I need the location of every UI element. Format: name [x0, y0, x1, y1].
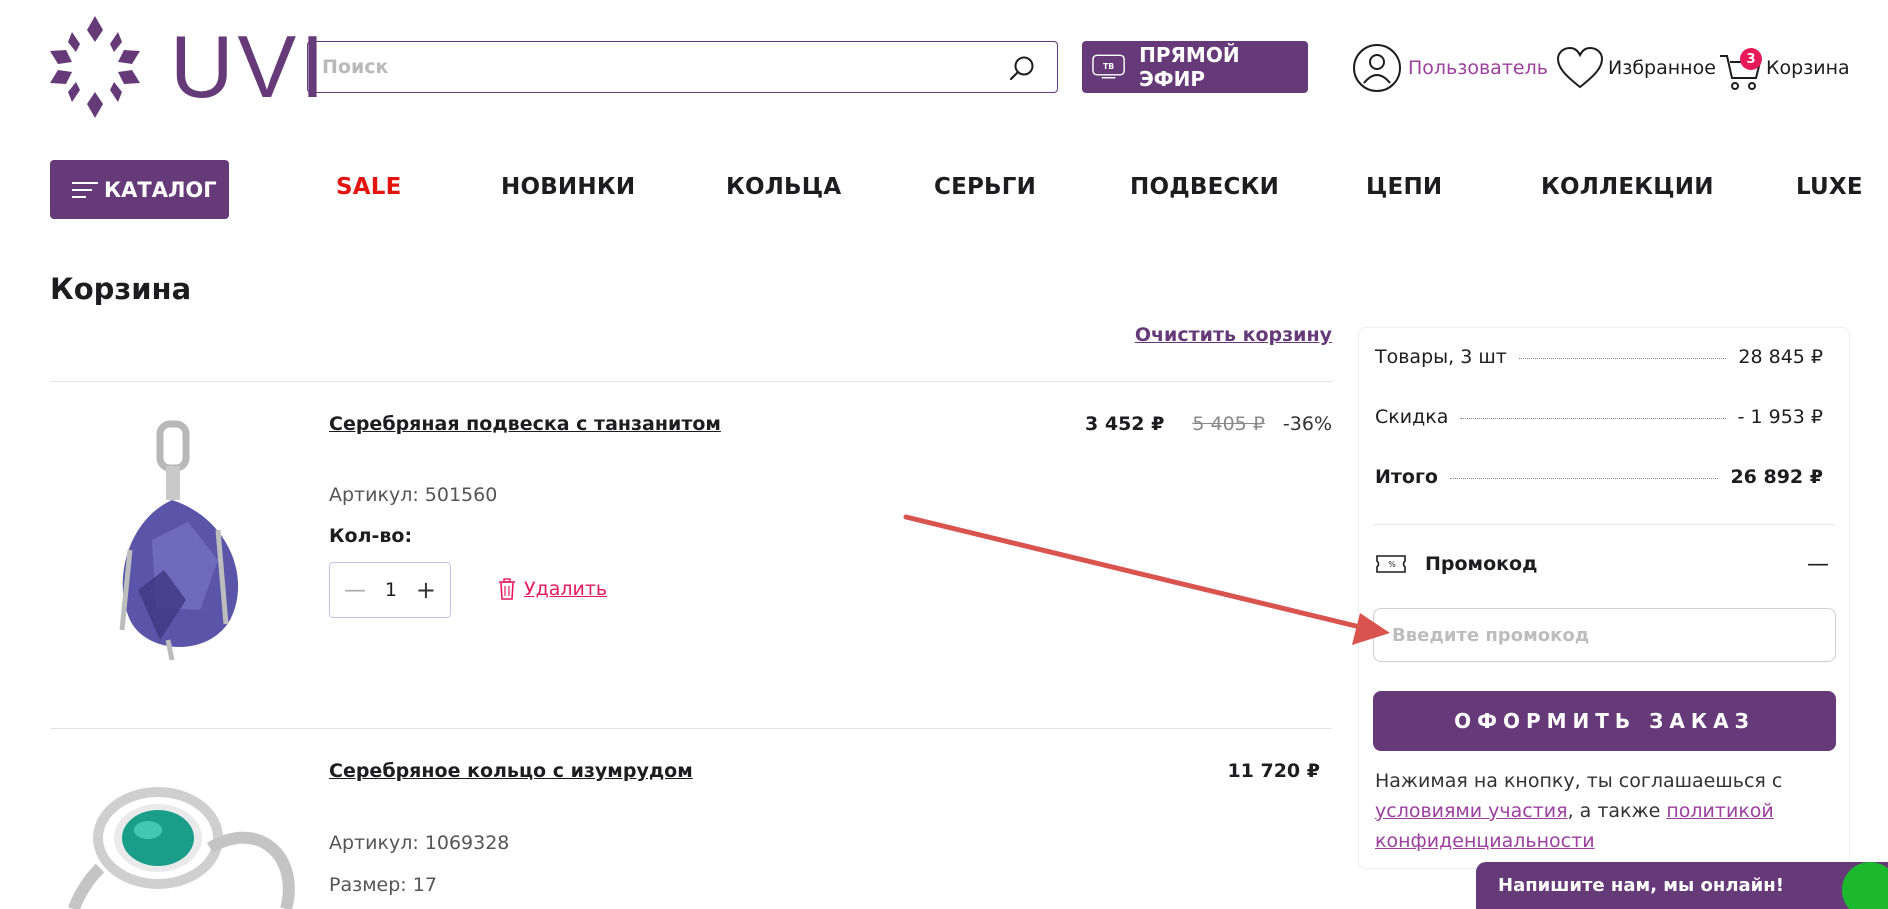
- quantity-label: Кол-во:: [329, 525, 413, 547]
- clear-cart-link[interactable]: Очистить корзину: [1135, 324, 1332, 346]
- menu-icon: [72, 181, 98, 198]
- discount-percent: -36%: [1282, 413, 1332, 435]
- cart-link[interactable]: 3 Корзина: [1718, 40, 1850, 96]
- promo-field: [1373, 608, 1836, 662]
- nav-item-collections[interactable]: КОЛЛЕКЦИИ: [1541, 174, 1714, 200]
- product-image-ring[interactable]: [60, 758, 300, 909]
- user-icon: [1353, 44, 1401, 92]
- logo-flower-icon: [50, 16, 140, 118]
- nav-item-rings[interactable]: КОЛЬЦА: [726, 174, 841, 200]
- agreement-text: Нажимая на кнопку, ты соглашаешься с усл…: [1375, 766, 1835, 856]
- tv-badge: ТВ: [1103, 62, 1114, 71]
- terms-link[interactable]: условиями участия: [1375, 800, 1568, 822]
- trash-icon: [499, 578, 515, 600]
- logo[interactable]: UVI: [50, 16, 329, 118]
- live-stream-label: ПРЯМОЙ ЭФИР: [1139, 43, 1240, 91]
- tv-icon: ТВ: [1092, 54, 1125, 79]
- summary-total-row: Итого 26 892 ₽: [1375, 466, 1823, 488]
- search-bar: [307, 41, 1058, 93]
- divider: [50, 381, 1332, 382]
- catalog-button[interactable]: КАТАЛОГ: [50, 160, 229, 219]
- total-label: Итого: [1375, 466, 1438, 488]
- online-indicator: [1842, 862, 1888, 909]
- search-input[interactable]: [308, 56, 988, 78]
- total-value: 26 892 ₽: [1730, 466, 1823, 488]
- nav-item-new[interactable]: НОВИНКИ: [501, 174, 635, 200]
- promo-input[interactable]: [1392, 624, 1812, 646]
- live-stream-button[interactable]: ТВ ПРЯМОЙ ЭФИР: [1082, 41, 1308, 93]
- old-price: 5 405 ₽: [1192, 413, 1265, 435]
- checkout-button[interactable]: ОФОРМИТЬ ЗАКАЗ: [1373, 691, 1836, 751]
- favorites-label: Избранное: [1608, 57, 1716, 79]
- product-title[interactable]: Серебряное кольцо с изумрудом: [329, 760, 693, 782]
- collapse-icon[interactable]: —: [1807, 552, 1829, 577]
- promo-label: Промокод: [1425, 553, 1538, 575]
- nav-item-pendants[interactable]: ПОДВЕСКИ: [1130, 174, 1279, 200]
- goods-value: 28 845 ₽: [1738, 346, 1823, 368]
- chat-label: Напишите нам, мы онлайн!: [1498, 875, 1784, 896]
- delete-label: Удалить: [524, 578, 608, 600]
- quantity-value[interactable]: 1: [385, 579, 397, 601]
- user-label: Пользователь: [1408, 57, 1548, 79]
- agreement-prefix: Нажимая на кнопку, ты соглашаешься с: [1375, 770, 1783, 792]
- discount-label: Скидка: [1375, 406, 1449, 428]
- dotted-leader: [1518, 357, 1727, 359]
- divider: [50, 728, 1332, 729]
- delete-button[interactable]: Удалить: [498, 578, 607, 600]
- search-icon[interactable]: [1009, 55, 1035, 81]
- nav-item-chains[interactable]: ЦЕПИ: [1366, 174, 1442, 200]
- price-block: 3 452 ₽ 5 405 ₽ -36%: [1085, 413, 1332, 435]
- order-summary: Товары, 3 шт 28 845 ₽ Скидка - 1 953 ₽ И…: [1358, 327, 1850, 869]
- page-title: Корзина: [50, 272, 192, 306]
- logo-text: UVI: [170, 17, 329, 116]
- cart-label: Корзина: [1766, 57, 1850, 79]
- summary-discount-row: Скидка - 1 953 ₽: [1375, 406, 1823, 428]
- discount-value: - 1 953 ₽: [1737, 406, 1823, 428]
- product-image-pendant[interactable]: [68, 410, 304, 690]
- current-price: 11 720 ₽: [1227, 760, 1320, 782]
- agreement-mid: , а также: [1567, 800, 1667, 822]
- heart-icon: [1556, 46, 1604, 89]
- cart-count-badge: 3: [1740, 48, 1762, 70]
- summary-goods-row: Товары, 3 шт 28 845 ₽: [1375, 346, 1823, 368]
- nav-item-earrings[interactable]: СЕРЬГИ: [934, 174, 1036, 200]
- product-sku: Артикул: 1069328: [329, 832, 510, 854]
- product-size: Размер: 17: [329, 874, 437, 896]
- goods-label: Товары, 3 шт: [1375, 346, 1507, 368]
- dotted-leader: [1449, 477, 1719, 479]
- user-link[interactable]: Пользователь: [1352, 40, 1548, 96]
- nav-item-luxe[interactable]: LUXE: [1796, 174, 1863, 200]
- dotted-leader: [1460, 417, 1726, 419]
- summary-divider: [1373, 524, 1835, 525]
- product-title[interactable]: Серебряная подвеска с танзанитом: [329, 413, 721, 435]
- promo-toggle[interactable]: % Промокод —: [1375, 544, 1837, 584]
- catalog-label: КАТАЛОГ: [104, 177, 217, 202]
- product-sku: Артикул: 501560: [329, 484, 498, 506]
- chat-widget[interactable]: Напишите нам, мы онлайн!: [1476, 862, 1888, 909]
- annotation-arrow: [903, 514, 1390, 645]
- current-price: 3 452 ₽: [1085, 413, 1165, 435]
- quantity-stepper: — 1 +: [329, 562, 451, 618]
- increase-button[interactable]: +: [416, 576, 436, 604]
- favorites-link[interactable]: Избранное: [1556, 40, 1716, 96]
- nav-item-sale[interactable]: SALE: [336, 174, 402, 200]
- decrease-button[interactable]: —: [344, 578, 366, 603]
